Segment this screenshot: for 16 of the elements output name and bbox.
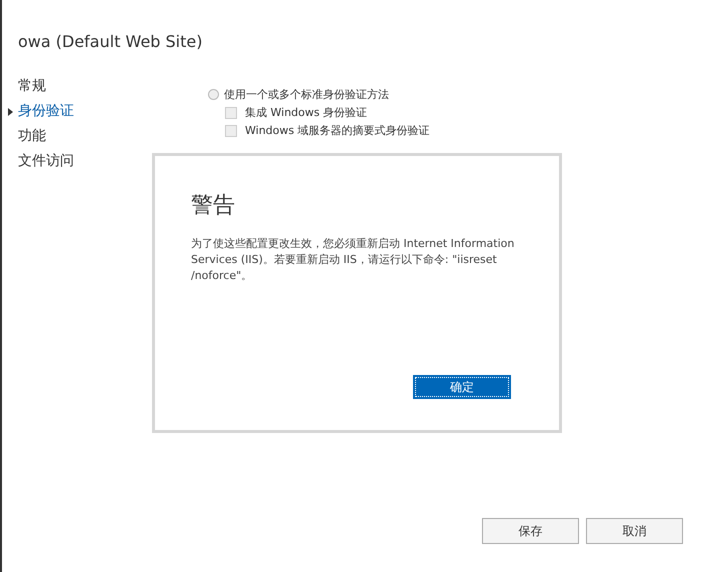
checkbox-label: 集成 Windows 身份验证 bbox=[245, 105, 368, 120]
dialog-message: 为了使这些配置更改生效，您必须重新启动 Internet Information Services (IIS)。若要重新启动 IIS，请运行以下命令: "iisreset /noforce"。 bbox=[191, 236, 516, 284]
nav-item[interactable]: 身份验证 bbox=[18, 101, 208, 122]
option-label: 使用一个或多个标准身份验证方法 bbox=[224, 87, 389, 102]
checkbox-label: Windows 域服务器的摘要式身份验证 bbox=[245, 123, 430, 138]
cancel-button[interactable]: 取消 bbox=[586, 518, 683, 544]
dialog-title: 警告 bbox=[191, 192, 235, 220]
ok-button[interactable]: 确定 bbox=[413, 375, 511, 399]
checkbox[interactable] bbox=[225, 106, 237, 118]
page-title: owa (Default Web Site) bbox=[18, 32, 204, 51]
checkbox[interactable] bbox=[225, 124, 237, 136]
caret-icon bbox=[8, 108, 13, 116]
nav-item[interactable]: 常规 bbox=[18, 76, 208, 97]
radio-button[interactable] bbox=[208, 89, 219, 100]
save-button[interactable]: 保存 bbox=[482, 518, 579, 544]
nav-item[interactable]: 功能 bbox=[18, 126, 208, 147]
